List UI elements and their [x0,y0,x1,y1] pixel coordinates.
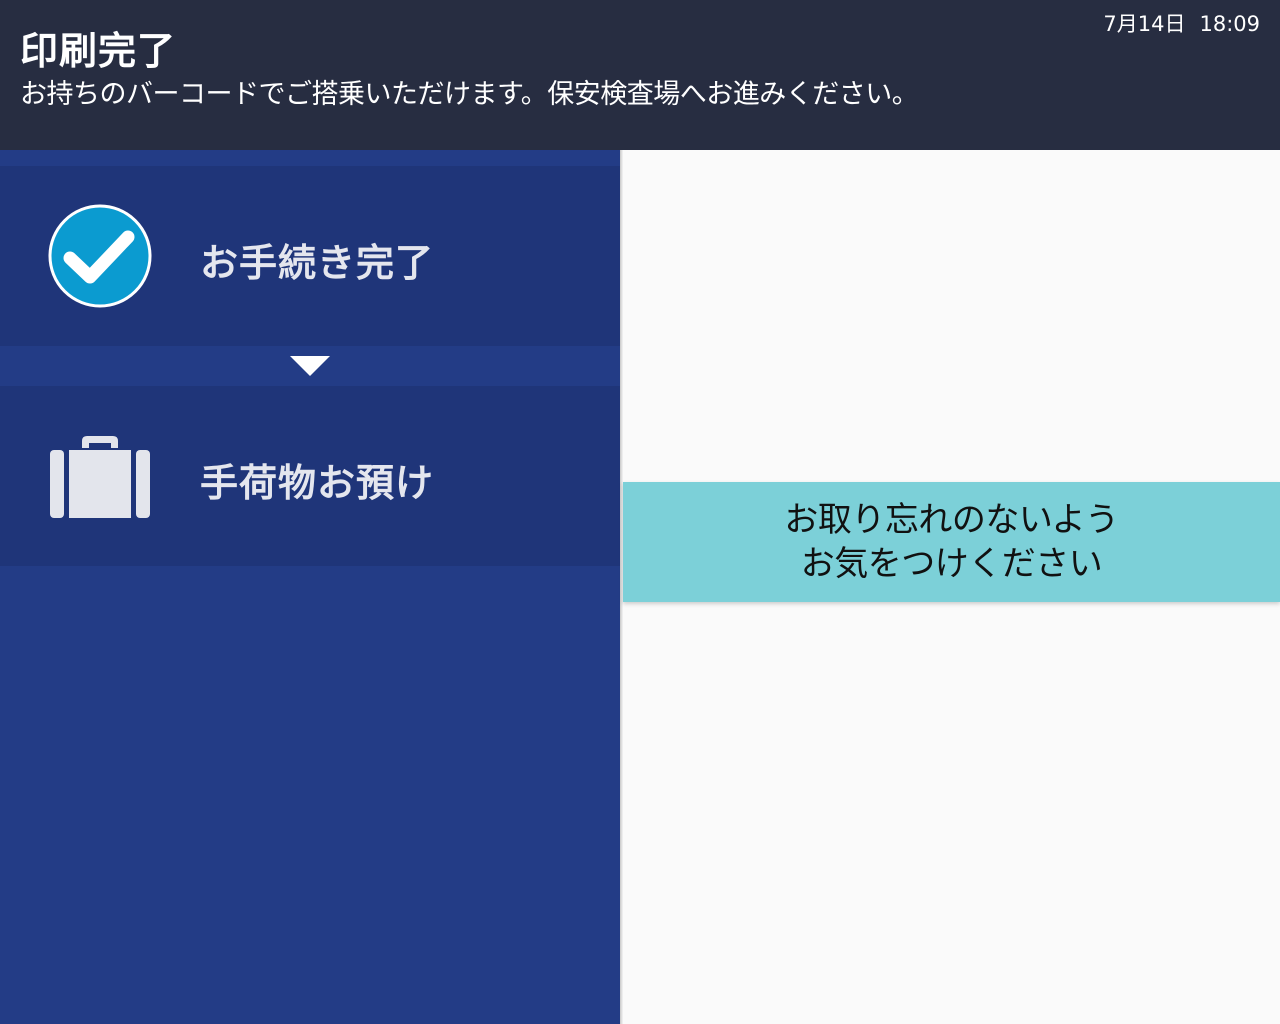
clock-date: 7月14日 [1103,12,1186,36]
reminder-banner: お取り忘れのないよう お気をつけください [623,482,1280,602]
instruction-message: お持ちのバーコードでご搭乗いただけます。保安検査場へお進みください。 [20,79,919,110]
reminder-line-2: お気をつけください [800,544,1103,584]
clock-time: 18:09 [1199,12,1260,36]
step-label-checkin-complete: お手続き完了 [200,241,435,285]
page-title: 印刷完了 [20,29,177,73]
top-header: 印刷完了 お持ちのバーコードでご搭乗いただけます。保安検査場へお進みください。 … [0,0,1280,150]
suitcase-icon [50,436,150,518]
reminder-line-1: お取り忘れのないよう [784,500,1119,540]
step-checkin-complete: お手続き完了 [0,166,620,346]
check-circle-icon [48,204,152,308]
clock: 7月14日 18:09 [1103,8,1260,38]
step-label-baggage-drop: 手荷物お預け [200,461,435,505]
arrow-down-icon [290,356,330,376]
step-baggage-drop: 手荷物お預け [0,386,620,566]
